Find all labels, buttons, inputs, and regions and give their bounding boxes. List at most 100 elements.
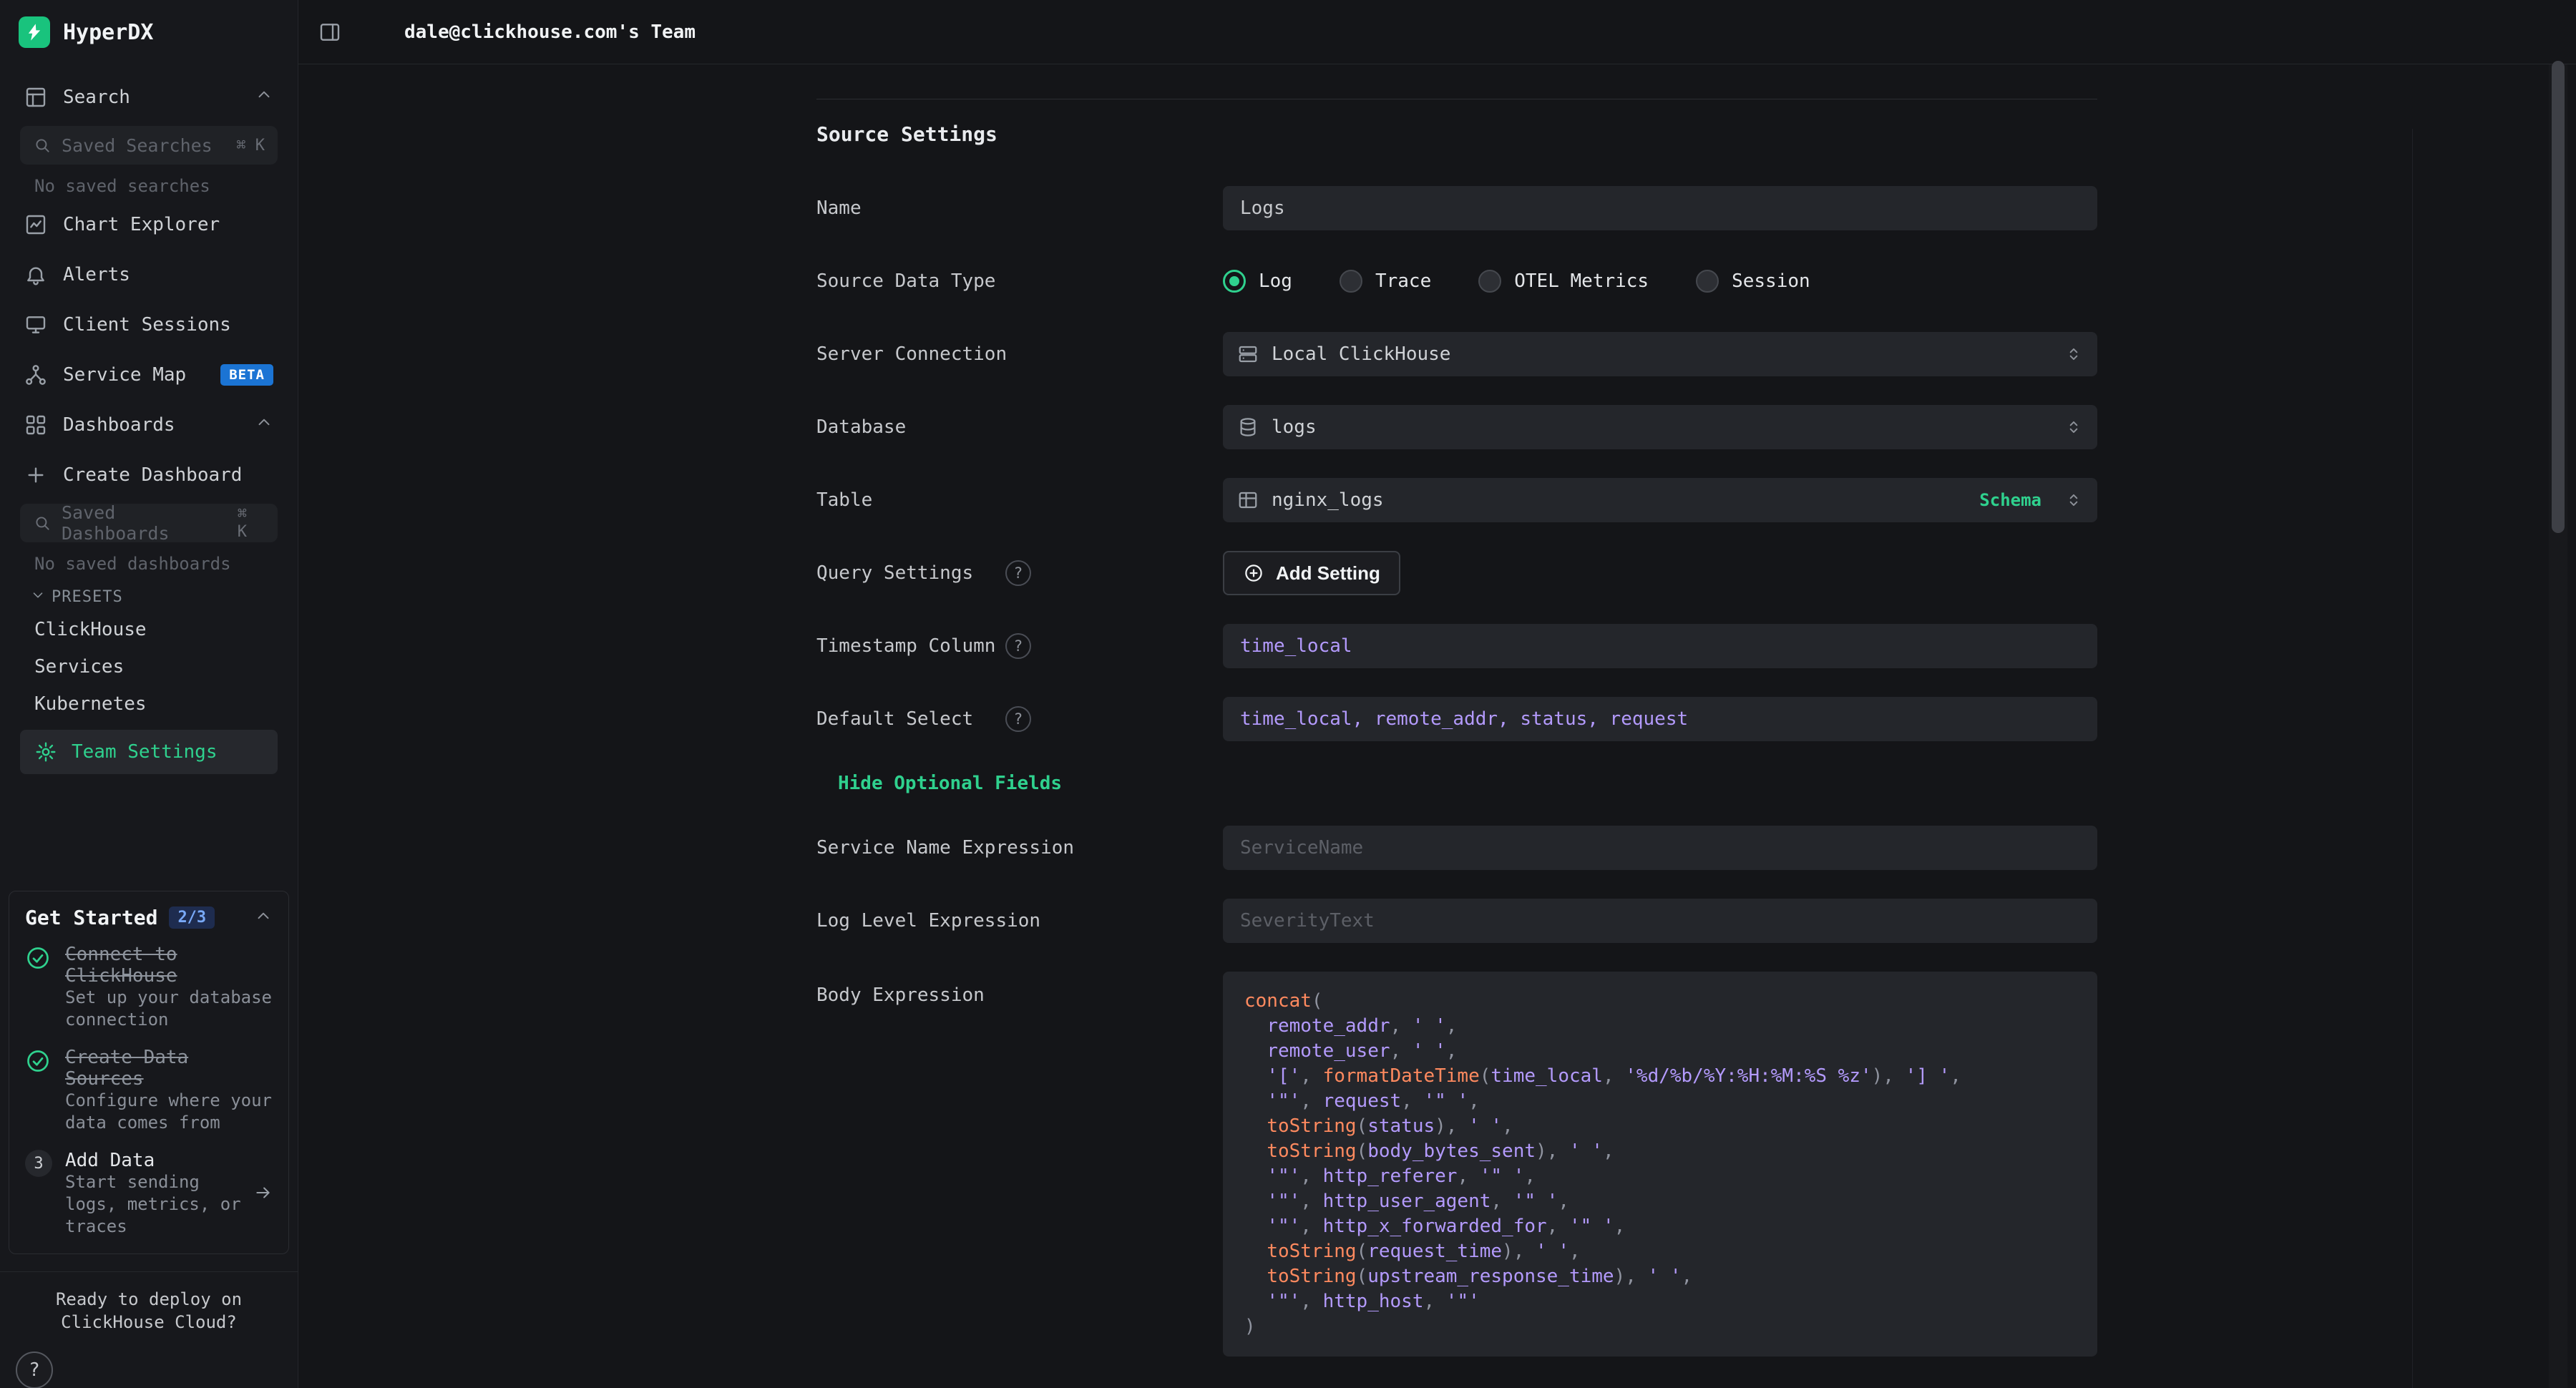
get-started-step-connect[interactable]: Connect to ClickHouse Set up your databa…: [25, 944, 273, 1031]
radio-dot: [1696, 270, 1719, 293]
step-title: Connect to ClickHouse: [65, 944, 177, 987]
table-label: Table: [816, 489, 1223, 511]
form-row-log-level: Log Level Expression: [816, 899, 2097, 943]
collapse-sidebar-icon[interactable]: [318, 21, 341, 44]
radio-session[interactable]: Session: [1696, 270, 1810, 293]
create-dashboard-button[interactable]: Create Dashboard: [10, 454, 288, 497]
preset-label: Services: [34, 656, 124, 678]
sidebar-item-client-sessions[interactable]: Client Sessions: [10, 303, 288, 346]
step-title: Create Data Sources: [65, 1047, 188, 1090]
add-setting-button[interactable]: Add Setting: [1223, 551, 1400, 595]
table-select[interactable]: nginx_logs Schema: [1223, 478, 2097, 522]
form-row-database: Database logs: [816, 405, 2097, 449]
topbar: dale@clickhouse.com's Team: [298, 0, 2576, 64]
preset-item-clickhouse[interactable]: ClickHouse: [10, 611, 288, 648]
server-connection-label: Server Connection: [816, 343, 1223, 365]
dashboards-grid-icon: [24, 414, 47, 436]
section-title: Source Settings: [816, 122, 2097, 146]
chevron-up-icon: [255, 86, 273, 109]
body-expression-code[interactable]: concat( remote_addr, ' ', remote_user, '…: [1223, 972, 2097, 1357]
table-icon: [1237, 489, 1259, 511]
query-settings-label: Query Settings ?: [816, 562, 1223, 584]
create-dashboard-label: Create Dashboard: [63, 464, 242, 486]
page-title: dale@clickhouse.com's Team: [404, 21, 696, 43]
sidebar-item-label: Alerts: [63, 264, 130, 285]
form-row-source-data-type: Source Data Type Log Trace OTEL Metrics: [816, 259, 2097, 303]
name-label: Name: [816, 197, 1223, 219]
step-subtitle: Configure where your data comes from: [65, 1090, 273, 1134]
main-area: Source Settings Name Source Data Type Lo…: [298, 64, 2576, 1388]
chevron-down-icon: [30, 587, 46, 607]
select-chevrons-icon: [2064, 418, 2083, 436]
database-value: logs: [1272, 416, 1317, 438]
saved-searches-input[interactable]: Saved Searches ⌘ K: [20, 126, 278, 165]
radio-trace[interactable]: Trace: [1340, 270, 1431, 293]
server-connection-select[interactable]: Local ClickHouse: [1223, 332, 2097, 376]
sidebar-nav: Search Saved Searches ⌘ K No saved searc…: [0, 64, 298, 774]
bell-icon: [24, 263, 47, 286]
get-started-step-sources[interactable]: Create Data Sources Configure where your…: [25, 1047, 273, 1134]
presets-section-header[interactable]: PRESETS: [20, 587, 278, 607]
sidebar-item-alerts[interactable]: Alerts: [10, 253, 288, 296]
sidebar-item-chart-explorer[interactable]: Chart Explorer: [10, 203, 288, 246]
saved-searches-placeholder: Saved Searches: [62, 135, 213, 156]
timestamp-column-label: Timestamp Column ?: [816, 635, 1223, 657]
server-connection-value: Local ClickHouse: [1272, 343, 1450, 365]
radio-dot: [1223, 270, 1246, 293]
help-icon[interactable]: ?: [1005, 706, 1031, 732]
preset-item-kubernetes[interactable]: Kubernetes: [10, 685, 288, 723]
get-started-step-add-data[interactable]: 3 Add Data Start sending logs, metrics, …: [25, 1150, 273, 1238]
service-map-icon: [24, 363, 47, 386]
service-name-input[interactable]: [1223, 826, 2097, 870]
form-row-server-connection: Server Connection Local ClickHouse: [816, 332, 2097, 376]
gear-icon: [34, 741, 57, 763]
timestamp-column-input[interactable]: [1223, 624, 2097, 668]
chevron-up-icon: [255, 414, 273, 437]
sidebar-item-label: Client Sessions: [63, 314, 231, 336]
radio-dot: [1478, 270, 1501, 293]
radio-label: Session: [1732, 270, 1810, 292]
app-root: HyperDX Search Saved Searches ⌘ K No sav…: [0, 0, 2576, 1388]
help-button[interactable]: ?: [16, 1352, 53, 1388]
sidebar-item-label: Service Map: [63, 364, 186, 386]
preset-item-services[interactable]: Services: [10, 648, 288, 685]
hide-optional-fields-link[interactable]: Hide Optional Fields: [838, 773, 1062, 794]
body-expression-label: Body Expression: [816, 972, 1223, 1006]
radio-dot: [1340, 270, 1362, 293]
sidebar-item-dashboards[interactable]: Dashboards: [10, 404, 288, 446]
radio-label: OTEL Metrics: [1514, 270, 1649, 292]
name-input[interactable]: [1223, 186, 2097, 230]
help-icon[interactable]: ?: [1005, 560, 1031, 586]
form-row-name: Name: [816, 186, 2097, 230]
step-subtitle: Set up your database connection: [65, 987, 273, 1031]
scrollbar-thumb[interactable]: [2552, 61, 2565, 533]
sidebar-item-team-settings[interactable]: Team Settings: [20, 730, 278, 774]
sidebar-item-label: Search: [63, 87, 130, 108]
search-section-icon: [24, 86, 47, 109]
get-started-header[interactable]: Get Started 2/3: [25, 906, 273, 929]
log-level-input[interactable]: [1223, 899, 2097, 943]
sidebar-item-search[interactable]: Search: [10, 76, 288, 119]
database-icon: [1237, 416, 1259, 438]
step-number: 3: [25, 1150, 52, 1177]
shortcut-hint: ⌘ K: [236, 137, 265, 155]
progress-badge: 2/3: [169, 906, 215, 929]
form-row-table: Table nginx_logs Schema: [816, 478, 2097, 522]
content-right-divider: [2412, 129, 2413, 1388]
database-select[interactable]: logs: [1223, 405, 2097, 449]
add-setting-label: Add Setting: [1276, 562, 1380, 585]
select-chevrons-icon: [2064, 491, 2083, 509]
help-icon[interactable]: ?: [1005, 633, 1031, 659]
default-select-input[interactable]: [1223, 697, 2097, 741]
radio-label: Trace: [1375, 270, 1431, 292]
step-title: Add Data: [65, 1150, 155, 1171]
radio-log[interactable]: Log: [1223, 270, 1292, 293]
form-row-query-settings: Query Settings ? Add Setting: [816, 551, 2097, 595]
radio-otel-metrics[interactable]: OTEL Metrics: [1478, 270, 1649, 293]
saved-dashboards-input[interactable]: Saved Dashboards ⌘ K: [20, 504, 278, 542]
sidebar-item-service-map[interactable]: Service Map BETA: [10, 353, 288, 396]
shortcut-hint: ⌘ K: [238, 505, 265, 541]
radio-label: Log: [1259, 270, 1292, 292]
no-saved-searches-text: No saved searches: [20, 176, 278, 196]
schema-link[interactable]: Schema: [1979, 490, 2041, 510]
